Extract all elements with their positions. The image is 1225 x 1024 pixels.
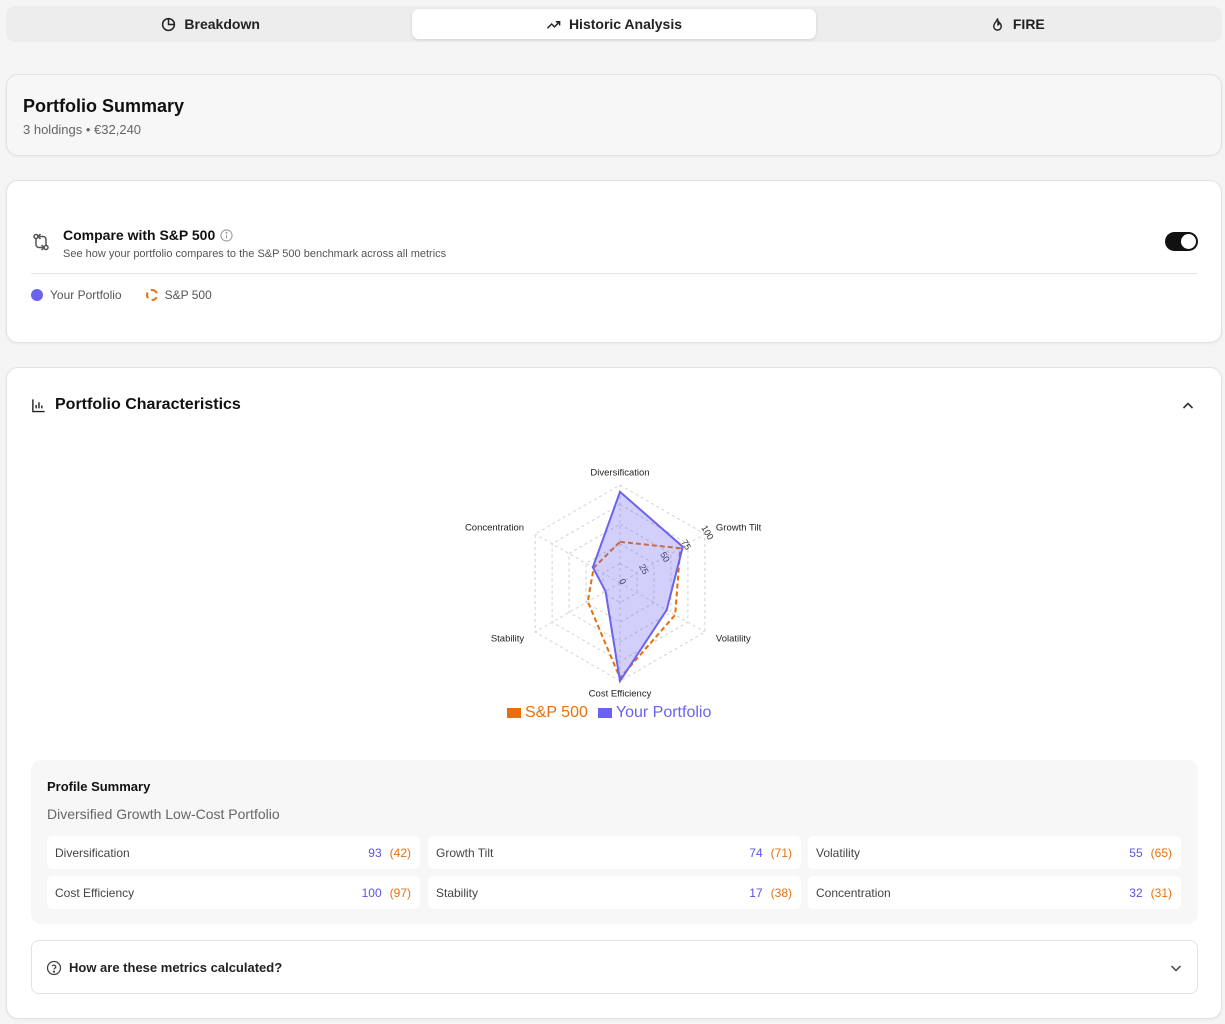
radar-axis-label: Volatility — [716, 633, 751, 644]
chart-legend-item-benchmark: S&P 500 — [507, 704, 588, 722]
radar-series-portfolio — [591, 490, 684, 684]
metric-label: Stability — [436, 885, 479, 900]
compare-card: Compare with S&P 500 See how your portfo… — [6, 180, 1222, 343]
metric-volatility: Volatility 55 (65) — [808, 836, 1181, 869]
portfolio-summary-card: Portfolio Summary 3 holdings • €32,240 — [6, 74, 1222, 156]
profile-type: Diversified Growth Low-Cost Portfolio — [47, 806, 280, 822]
profile-title: Profile Summary — [47, 779, 151, 794]
legend-portfolio: Your Portfolio — [31, 288, 122, 302]
chart-legend: S&P 500 Your Portfolio — [507, 704, 711, 722]
divider — [31, 273, 1197, 274]
tab-fire[interactable]: FIRE — [816, 9, 1219, 39]
metric-value: 32 — [1129, 885, 1143, 900]
chart-legend-item-portfolio: Your Portfolio — [597, 704, 712, 722]
compare-title-text: Compare with S&P 500 — [63, 227, 216, 243]
chart-legend-portfolio-label: Your Portfolio — [615, 704, 712, 721]
pie-chart-icon — [162, 17, 176, 31]
metric-diversification: Diversification 93 (42) — [47, 836, 420, 869]
help-circle-icon — [46, 960, 62, 976]
metric-growth-tilt: Growth Tilt 74 (71) — [428, 836, 801, 869]
tab-bar: Breakdown Historic Analysis FIRE — [6, 6, 1222, 42]
faq-question: How are these metrics calculated? — [69, 960, 283, 975]
git-compare-icon — [33, 233, 49, 251]
flame-icon — [992, 17, 1002, 31]
toggle-knob — [1181, 234, 1196, 249]
info-icon[interactable] — [220, 228, 233, 242]
portfolio-dot-icon — [31, 289, 43, 301]
metric-benchmark: (31) — [1150, 885, 1172, 900]
metric-label: Volatility — [816, 845, 861, 860]
radar-axis-label: Concentration — [465, 523, 524, 534]
tab-historic-analysis[interactable]: Historic Analysis — [412, 9, 816, 39]
trending-up-icon — [546, 20, 561, 29]
profile-summary: Profile Summary Diversified Growth Low-C… — [31, 760, 1198, 924]
radar-axis-label: Growth Tilt — [716, 523, 762, 534]
metric-benchmark: (65) — [1150, 845, 1172, 860]
metric-benchmark: (42) — [389, 845, 411, 860]
portfolio-characteristics-card: Portfolio Characteristics 0255075100Dive… — [6, 367, 1222, 1019]
radar-chart: 0255075100DiversificationGrowth TiltVola… — [465, 467, 762, 700]
metric-cost-efficiency: Cost Efficiency 100 (97) — [47, 876, 420, 909]
portfolio-swatch-icon — [597, 708, 612, 718]
characteristics-header: Portfolio Characteristics — [31, 396, 241, 414]
metric-stability: Stability 17 (38) — [428, 876, 801, 909]
legend-portfolio-label: Your Portfolio — [50, 288, 122, 302]
tab-label: Breakdown — [184, 16, 260, 32]
radar-axis-label: Diversification — [590, 467, 649, 478]
tab-label: Historic Analysis — [568, 16, 683, 32]
chevron-down-icon[interactable] — [1168, 960, 1184, 976]
metric-benchmark: (97) — [389, 885, 411, 900]
radar-tick-label: 100 — [699, 523, 715, 541]
metric-value: 100 — [361, 885, 382, 900]
compare-title: Compare with S&P 500 — [63, 227, 233, 243]
legend-benchmark-label: S&P 500 — [164, 288, 212, 302]
metric-label: Concentration — [816, 885, 891, 900]
radar-axis-label: Cost Efficiency — [589, 689, 652, 700]
compare-description: See how your portfolio compares to the S… — [63, 248, 447, 260]
radar-axis-label: Stability — [491, 633, 525, 644]
metric-concentration: Concentration 32 (31) — [808, 876, 1181, 909]
characteristics-title: Portfolio Characteristics — [55, 396, 241, 413]
metric-label: Growth Tilt — [436, 845, 494, 860]
metric-value: 74 — [749, 845, 763, 860]
metric-benchmark: (71) — [770, 845, 792, 860]
legend-benchmark: S&P 500 — [145, 288, 212, 302]
bar-chart-icon — [32, 398, 45, 412]
metric-value: 55 — [1129, 845, 1143, 860]
compare-legend: Your Portfolio S&P 500 — [31, 288, 212, 302]
benchmark-dot-icon — [145, 289, 158, 301]
metric-benchmark: (38) — [770, 885, 792, 900]
compare-toggle[interactable] — [1165, 232, 1198, 251]
benchmark-swatch-icon — [507, 708, 521, 718]
chevron-up-icon[interactable] — [1180, 398, 1196, 414]
summary-subtitle: 3 holdings • €32,240 — [23, 122, 142, 137]
summary-title: Portfolio Summary — [23, 96, 185, 116]
metrics-faq-accordion[interactable]: How are these metrics calculated? — [31, 940, 1198, 994]
tab-label: FIRE — [1012, 16, 1045, 32]
metric-value: 17 — [749, 885, 763, 900]
metric-value: 93 — [368, 845, 382, 860]
chart-legend-benchmark-label: S&P 500 — [525, 704, 588, 721]
tab-breakdown[interactable]: Breakdown — [9, 9, 412, 39]
metric-label: Diversification — [55, 845, 130, 860]
metric-label: Cost Efficiency — [55, 885, 135, 900]
